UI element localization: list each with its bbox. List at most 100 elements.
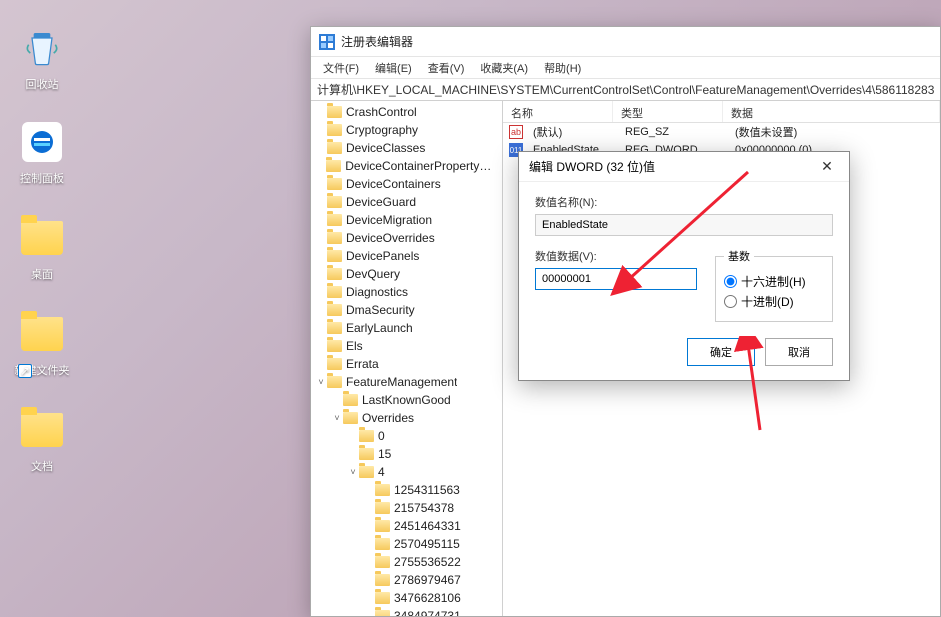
- radio-dec-label: 十进制(D): [741, 293, 794, 310]
- control-panel-icon: [18, 118, 66, 166]
- tree-item[interactable]: 2451464331: [311, 517, 502, 535]
- tree-pane[interactable]: CrashControl Cryptography DeviceClasses Dev…: [311, 101, 503, 616]
- tree-item-label: DeviceClasses: [346, 141, 425, 155]
- tree-item[interactable]: ˅4: [311, 463, 502, 481]
- list-row[interactable]: ab(默认)REG_SZ(数值未设置): [503, 123, 940, 141]
- menu-help[interactable]: 帮助(H): [536, 58, 589, 78]
- dialog-title: 编辑 DWORD (32 位)值: [529, 158, 655, 175]
- menubar: 文件(F) 编辑(E) 查看(V) 收藏夹(A) 帮助(H): [311, 57, 940, 79]
- collapse-icon[interactable]: ˅: [331, 413, 343, 423]
- collapse-icon[interactable]: ˅: [315, 377, 327, 387]
- tree-item[interactable]: DeviceContainerPropertyUpda: [311, 157, 502, 175]
- tree-item[interactable]: 3476628106: [311, 589, 502, 607]
- folder-icon: [327, 340, 342, 352]
- tree-item[interactable]: DmaSecurity: [311, 301, 502, 319]
- desktop-control-panel[interactable]: 控制面板: [10, 118, 74, 186]
- col-data[interactable]: 数据: [723, 101, 940, 122]
- value-data-input[interactable]: [535, 268, 697, 290]
- menu-file[interactable]: 文件(F): [315, 58, 367, 78]
- tree-item[interactable]: 215754378: [311, 499, 502, 517]
- address-bar[interactable]: 计算机\HKEY_LOCAL_MACHINE\SYSTEM\CurrentCon…: [311, 79, 940, 101]
- cell-data: (数值未设置): [727, 124, 940, 140]
- tree-item[interactable]: DeviceOverrides: [311, 229, 502, 247]
- desktop-folder-2[interactable]: ↗ 新建文件夹: [10, 310, 74, 378]
- folder-icon: [375, 520, 390, 532]
- tree-item[interactable]: DeviceContainers: [311, 175, 502, 193]
- recycle-bin-label: 回收站: [10, 76, 74, 92]
- desktop-recycle-bin[interactable]: 回收站: [10, 24, 74, 92]
- control-panel-label: 控制面板: [10, 170, 74, 186]
- tree-item[interactable]: 2786979467: [311, 571, 502, 589]
- folder-icon: [375, 610, 390, 616]
- folder-icon: [375, 502, 390, 514]
- app-icon: [319, 34, 335, 50]
- tree-item[interactable]: 2755536522: [311, 553, 502, 571]
- tree-item[interactable]: 2570495115: [311, 535, 502, 553]
- folder-icon: [327, 250, 342, 262]
- menu-view[interactable]: 查看(V): [420, 58, 473, 78]
- shortcut-arrow-icon: ↗: [18, 364, 32, 378]
- folder-icon: [326, 160, 341, 172]
- folder-icon: [359, 430, 374, 442]
- ok-button[interactable]: 确定: [687, 338, 755, 366]
- tree-item[interactable]: LastKnownGood: [311, 391, 502, 409]
- recycle-bin-icon: [18, 24, 66, 72]
- tree-item[interactable]: DeviceClasses: [311, 139, 502, 157]
- edit-dword-dialog: 编辑 DWORD (32 位)值 ✕ 数值名称(N): EnabledState…: [518, 151, 850, 381]
- folder-icon: [327, 142, 342, 154]
- folder-icon: [343, 412, 358, 424]
- radio-hex-input[interactable]: [724, 275, 737, 288]
- tree-item[interactable]: DevQuery: [311, 265, 502, 283]
- collapse-icon[interactable]: ˅: [347, 467, 359, 477]
- tree-item[interactable]: DeviceGuard: [311, 193, 502, 211]
- tree-item[interactable]: Cryptography: [311, 121, 502, 139]
- tree-item[interactable]: 15: [311, 445, 502, 463]
- desktop-folder-1[interactable]: 桌面: [10, 214, 74, 282]
- desktop-folder-3[interactable]: 文档: [10, 406, 74, 474]
- col-type[interactable]: 类型: [613, 101, 723, 122]
- tree-item[interactable]: ˅FeatureManagement: [311, 373, 502, 391]
- value-data-label: 数值数据(V):: [535, 248, 697, 264]
- tree-item-label: Errata: [346, 357, 379, 371]
- menu-favorites[interactable]: 收藏夹(A): [472, 58, 536, 78]
- folder-1-label: 桌面: [10, 266, 74, 282]
- tree-item-label: Els: [346, 339, 363, 353]
- close-icon[interactable]: ✕: [815, 158, 839, 175]
- col-name[interactable]: 名称: [503, 101, 613, 122]
- list-header: 名称 类型 数据: [503, 101, 940, 123]
- titlebar[interactable]: 注册表编辑器: [311, 27, 940, 57]
- tree-item-label: 215754378: [394, 501, 454, 515]
- tree-item[interactable]: 3484974731: [311, 607, 502, 616]
- folder-icon: [375, 574, 390, 586]
- tree-item[interactable]: DevicePanels: [311, 247, 502, 265]
- tree-item-label: Cryptography: [346, 123, 418, 137]
- tree-item-label: EarlyLaunch: [346, 321, 413, 335]
- base-fieldset: 基数 十六进制(H) 十进制(D): [715, 248, 833, 322]
- folder-icon: [327, 196, 342, 208]
- tree-item[interactable]: Diagnostics: [311, 283, 502, 301]
- cancel-button[interactable]: 取消: [765, 338, 833, 366]
- tree-item[interactable]: Els: [311, 337, 502, 355]
- tree-item-label: DeviceMigration: [346, 213, 432, 227]
- tree-item[interactable]: DeviceMigration: [311, 211, 502, 229]
- tree-item[interactable]: 1254311563: [311, 481, 502, 499]
- radio-dec-input[interactable]: [724, 295, 737, 308]
- tree-item-label: Overrides: [362, 411, 414, 425]
- tree-item[interactable]: EarlyLaunch: [311, 319, 502, 337]
- tree-item[interactable]: ˅ Overrides: [311, 409, 502, 427]
- folder-icon: [327, 322, 342, 334]
- radio-hex-label: 十六进制(H): [741, 273, 806, 290]
- tree-item-label: 3476628106: [394, 591, 461, 605]
- menu-edit[interactable]: 编辑(E): [367, 58, 420, 78]
- tree-item[interactable]: Errata: [311, 355, 502, 373]
- folder-icon: [359, 448, 374, 460]
- dialog-titlebar[interactable]: 编辑 DWORD (32 位)值 ✕: [519, 152, 849, 182]
- radio-dec[interactable]: 十进制(D): [724, 293, 824, 310]
- value-name-label: 数值名称(N):: [535, 194, 833, 210]
- tree-item[interactable]: CrashControl: [311, 103, 502, 121]
- base-legend: 基数: [724, 248, 754, 264]
- radio-hex[interactable]: 十六进制(H): [724, 273, 824, 290]
- folder-icon: [327, 376, 342, 388]
- tree-item-label: CrashControl: [346, 105, 417, 119]
- tree-item[interactable]: 0: [311, 427, 502, 445]
